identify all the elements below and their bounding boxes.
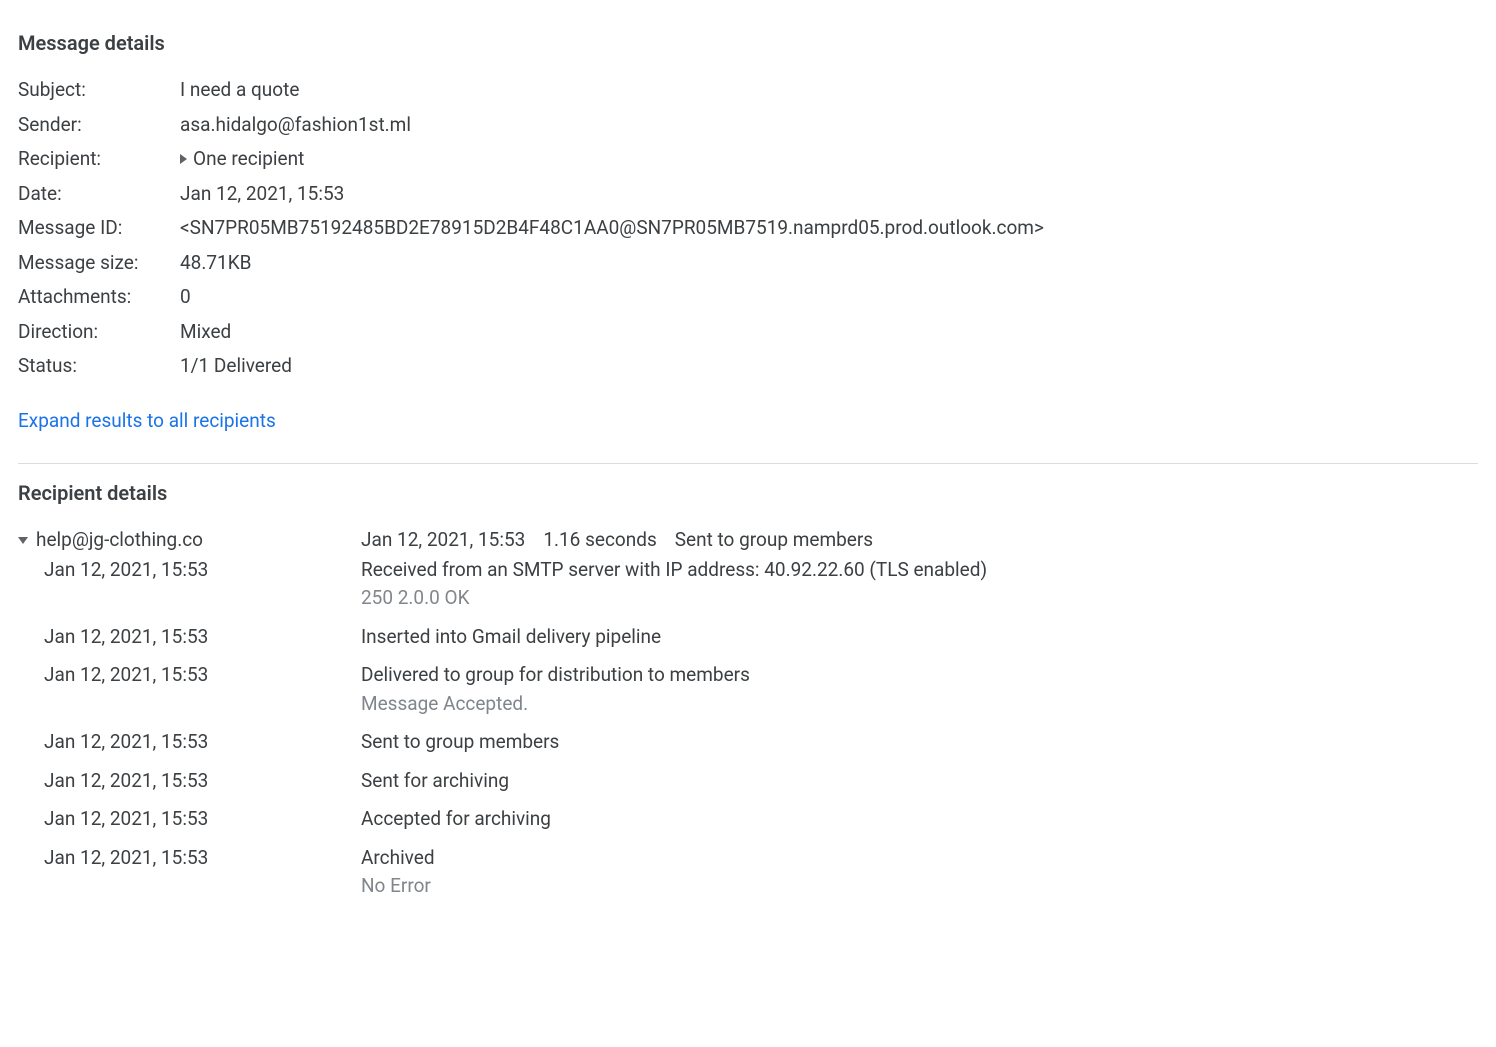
detail-value: 1/1 Delivered (180, 352, 292, 381)
detail-label: Recipient: (18, 145, 180, 174)
detail-value: 0 (180, 283, 191, 312)
event-body: Sent to group members (361, 728, 559, 757)
event-row: Jan 12, 2021, 15:53Received from an SMTP… (18, 556, 1478, 613)
detail-label: Status: (18, 352, 180, 381)
expand-all-recipients-link[interactable]: Expand results to all recipients (18, 407, 276, 436)
event-subtext: 250 2.0.0 OK (361, 584, 987, 613)
detail-label: Direction: (18, 318, 180, 347)
recipient-details-section: Recipient details help@jg-clothing.co Ja… (18, 478, 1478, 901)
recipient-summary-status: Sent to group members (675, 526, 873, 555)
event-row: Jan 12, 2021, 15:53Delivered to group fo… (18, 661, 1478, 718)
recipient-summary-date: Jan 12, 2021, 15:53 (361, 526, 525, 555)
detail-label: Attachments: (18, 283, 180, 312)
event-row: Jan 12, 2021, 15:53Sent to group members (18, 728, 1478, 757)
recipient-summary-row: help@jg-clothing.co Jan 12, 2021, 15:53 … (18, 526, 1478, 556)
event-body: ArchivedNo Error (361, 844, 435, 901)
event-row: Jan 12, 2021, 15:53Inserted into Gmail d… (18, 623, 1478, 652)
detail-row: Status:1/1 Delivered (18, 352, 1478, 381)
detail-value: I need a quote (180, 76, 299, 105)
detail-row: Sender:asa.hidalgo@fashion1st.ml (18, 111, 1478, 140)
event-body: Delivered to group for distribution to m… (361, 661, 750, 718)
event-subtext: Message Accepted. (361, 690, 750, 719)
detail-value: Jan 12, 2021, 15:53 (180, 180, 344, 209)
event-text: Delivered to group for distribution to m… (361, 661, 750, 690)
event-time: Jan 12, 2021, 15:53 (18, 661, 361, 690)
detail-value: <SN7PR05MB75192485BD2E78915D2B4F48C1AA0@… (180, 214, 1044, 243)
event-time: Jan 12, 2021, 15:53 (18, 844, 361, 873)
event-text: Received from an SMTP server with IP add… (361, 556, 987, 585)
detail-value-text: Jan 12, 2021, 15:53 (180, 180, 344, 209)
event-time: Jan 12, 2021, 15:53 (18, 805, 361, 834)
detail-label: Date: (18, 180, 180, 209)
event-text: Inserted into Gmail delivery pipeline (361, 623, 661, 652)
event-text: Accepted for archiving (361, 805, 551, 834)
detail-label: Message ID: (18, 214, 180, 243)
detail-value: asa.hidalgo@fashion1st.ml (180, 111, 411, 140)
recipient-email: help@jg-clothing.co (36, 526, 203, 555)
detail-row: Attachments:0 (18, 283, 1478, 312)
detail-value[interactable]: One recipient (180, 145, 304, 174)
event-time: Jan 12, 2021, 15:53 (18, 556, 361, 585)
section-divider (18, 463, 1478, 464)
detail-label: Message size: (18, 249, 180, 278)
detail-value: Mixed (180, 318, 231, 347)
detail-value-text: 48.71KB (180, 249, 251, 278)
detail-row: Recipient: One recipient (18, 145, 1478, 174)
event-text: Sent to group members (361, 728, 559, 757)
detail-label: Subject: (18, 76, 180, 105)
detail-value-text: <SN7PR05MB75192485BD2E78915D2B4F48C1AA0@… (180, 214, 1044, 243)
detail-row: Message ID:<SN7PR05MB75192485BD2E78915D2… (18, 214, 1478, 243)
event-time: Jan 12, 2021, 15:53 (18, 623, 361, 652)
message-details-section: Message details Subject:I need a quoteSe… (18, 28, 1478, 435)
detail-row: Subject:I need a quote (18, 76, 1478, 105)
detail-value-text: I need a quote (180, 76, 299, 105)
detail-value-text: One recipient (193, 145, 304, 174)
recipient-summary-duration: 1.16 seconds (543, 526, 656, 555)
detail-row: Message size:48.71KB (18, 249, 1478, 278)
detail-value-text: Mixed (180, 318, 231, 347)
detail-value-text: 1/1 Delivered (180, 352, 292, 381)
event-body: Inserted into Gmail delivery pipeline (361, 623, 661, 652)
event-body: Sent for archiving (361, 767, 509, 796)
event-row: Jan 12, 2021, 15:53ArchivedNo Error (18, 844, 1478, 901)
recipient-events: Jan 12, 2021, 15:53Received from an SMTP… (18, 556, 1478, 901)
collapse-icon (18, 537, 28, 544)
event-row: Jan 12, 2021, 15:53Accepted for archivin… (18, 805, 1478, 834)
detail-row: Direction:Mixed (18, 318, 1478, 347)
event-row: Jan 12, 2021, 15:53Sent for archiving (18, 767, 1478, 796)
detail-value-text: 0 (180, 283, 191, 312)
expand-icon (180, 154, 187, 164)
event-time: Jan 12, 2021, 15:53 (18, 728, 361, 757)
event-subtext: No Error (361, 872, 435, 901)
detail-value: 48.71KB (180, 249, 251, 278)
recipient-header[interactable]: help@jg-clothing.co (18, 526, 203, 555)
detail-row: Date:Jan 12, 2021, 15:53 (18, 180, 1478, 209)
detail-label: Sender: (18, 111, 180, 140)
event-text: Sent for archiving (361, 767, 509, 796)
event-time: Jan 12, 2021, 15:53 (18, 767, 361, 796)
recipient-details-heading: Recipient details (18, 478, 1478, 508)
event-body: Received from an SMTP server with IP add… (361, 556, 987, 613)
detail-value-text: asa.hidalgo@fashion1st.ml (180, 111, 411, 140)
message-details-heading: Message details (18, 28, 1478, 58)
message-details-rows: Subject:I need a quoteSender:asa.hidalgo… (18, 76, 1478, 381)
event-text: Archived (361, 844, 435, 873)
event-body: Accepted for archiving (361, 805, 551, 834)
